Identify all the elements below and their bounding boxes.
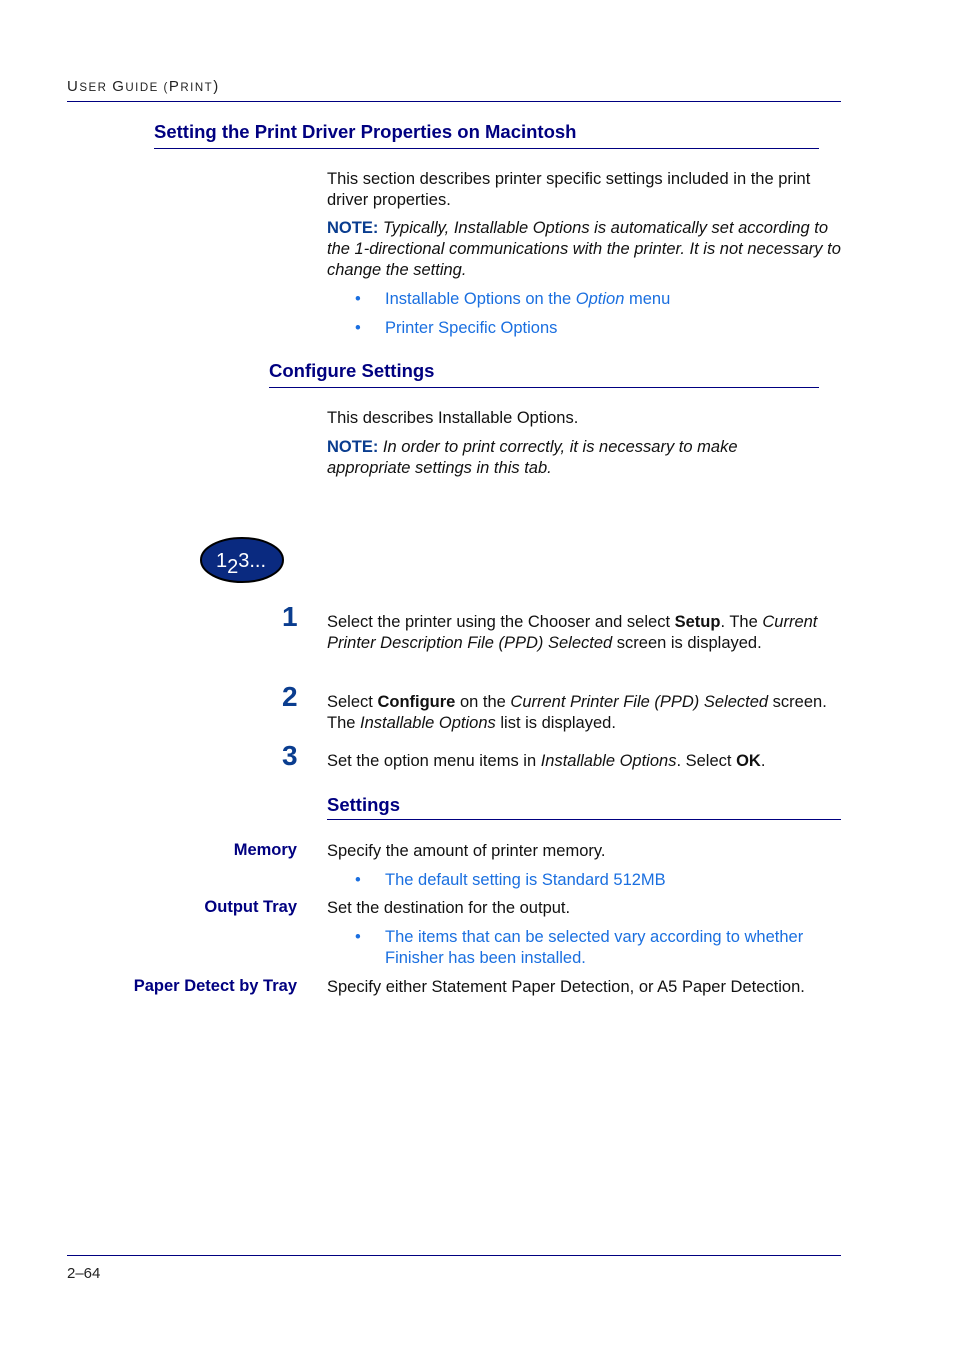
configure-intro: This describes Installable Options. [327,409,579,427]
note: NOTE: Typically, Installable Options is … [327,218,847,281]
bullet-icon: • [355,928,361,946]
section-title: Setting the Print Driver Properties on M… [154,121,577,142]
step-text: Select Configure on the Current Printer … [327,693,827,732]
running-head-text: ) [213,78,220,95]
page-number: 2–64 [67,1265,101,1282]
numbered-steps-icon: 123... [200,537,284,583]
term-output-tray: Output Tray [204,898,297,916]
note-label: NOTE: [327,438,379,456]
term-paper-detect-by-tray: Paper Detect by Tray [133,977,297,995]
link-text[interactable]: menu [624,290,670,308]
link-text[interactable]: Installable Options on the [385,290,576,308]
settings-title: Settings [327,794,400,815]
bullet-link-output-tray-items[interactable]: • The items that can be selected vary acc… [355,927,803,969]
step-number: 1 [282,601,298,632]
step-text: Select the printer using the Chooser and… [327,613,818,652]
settings-title-rule [327,819,841,820]
running-head-text: U [67,78,80,95]
note-text: Typically, Installable Options is automa… [327,219,841,279]
note-text: In order to print correctly, it is neces… [327,438,738,477]
step-text: Set the option menu items in Installable… [327,752,766,770]
running-head-text: G [112,78,126,95]
running-head-text: RINT [180,82,214,94]
bullet-link-printer-specific-options[interactable]: • Printer Specific Options [355,318,557,339]
bullet-icon: • [355,871,361,889]
term-memory: Memory [233,841,297,859]
configure-note: NOTE: In order to print correctly, it is… [327,437,797,479]
link-text[interactable]: Printer Specific Options [385,318,855,339]
running-head-text: P [168,78,181,95]
running-head-text: UIDE ( [125,82,169,94]
bullet-link-installable-options[interactable]: • Installable Options on the Option menu [355,289,670,310]
link-text[interactable]: The items that can be selected vary acco… [385,927,855,969]
bullet-icon: • [355,319,361,337]
term-desc: Specify the amount of printer memory. [327,842,606,860]
bullet-link-memory-default[interactable]: • The default setting is Standard 512MB [355,870,666,891]
running-head: USER GUIDE (PRINT) [67,78,220,95]
section-title-rule [154,148,819,149]
configure-title: Configure Settings [269,360,435,381]
header-rule [67,101,841,102]
link-text[interactable]: The default setting is Standard 512MB [385,870,855,891]
term-desc: Specify either Statement Paper Detection… [327,978,805,996]
step-number: 2 [282,681,298,712]
running-head-text: SER [79,82,113,94]
term-desc: Set the destination for the output. [327,899,571,917]
link-text[interactable]: Option [576,290,625,308]
step-number: 3 [282,740,298,771]
configure-title-rule [269,387,819,388]
note-label: NOTE: [327,219,379,237]
section-intro: This section describes printer specific … [327,170,811,209]
bullet-icon: • [355,290,361,308]
footer-rule [67,1255,841,1256]
